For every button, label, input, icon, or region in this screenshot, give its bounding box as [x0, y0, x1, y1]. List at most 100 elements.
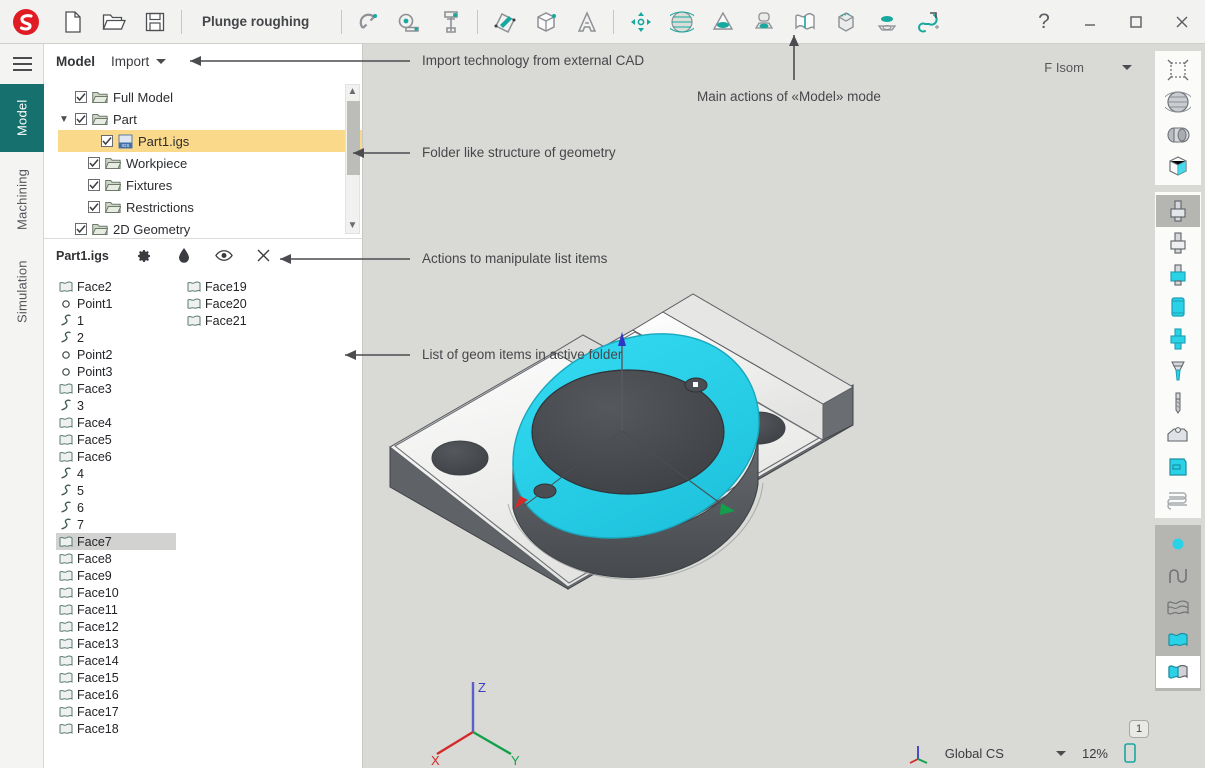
open-folder-icon[interactable] [93, 0, 134, 44]
geometry-list-item[interactable]: Face6 [56, 448, 184, 465]
fit-to-screen-icon[interactable] [1156, 54, 1200, 86]
geometry-list-item[interactable]: Face12 [56, 618, 184, 635]
geometry-list-item[interactable]: Face16 [56, 686, 184, 703]
minimize-button[interactable] [1067, 0, 1113, 44]
section-box-icon[interactable] [1156, 150, 1200, 182]
surface-sheet-icon[interactable] [784, 0, 825, 44]
geometry-list-item[interactable]: Point2 [56, 346, 184, 363]
geometry-list-item[interactable]: 4 [56, 465, 184, 482]
scroll-up-icon[interactable]: ▲ [348, 85, 358, 99]
tree-checkbox[interactable] [75, 223, 87, 235]
tree-row[interactable]: 2D Geometry [58, 218, 362, 238]
coordinate-system-dropdown[interactable]: Global CS [945, 746, 1066, 761]
gear-icon[interactable] [135, 247, 153, 265]
tree-checkbox[interactable] [88, 201, 100, 213]
solid-box-icon[interactable] [525, 0, 566, 44]
maximize-button[interactable] [1113, 0, 1159, 44]
tree-row[interactable]: IGS Part1.igs [58, 130, 362, 152]
tree-row[interactable]: Fixtures [58, 174, 362, 196]
geometry-list-item[interactable]: 2 [56, 329, 184, 346]
geometry-list-item[interactable]: Face5 [56, 431, 184, 448]
geometry-list-item[interactable]: Face21 [184, 312, 312, 329]
geometry-list-item[interactable]: Face7 [56, 533, 176, 550]
geometry-list-item[interactable]: Face4 [56, 414, 184, 431]
geometry-list-item[interactable]: Face2 [56, 278, 184, 295]
cone-icon[interactable] [702, 0, 743, 44]
new-document-icon[interactable] [52, 0, 93, 44]
tree-scrollbar[interactable]: ▲ ▼ [345, 84, 360, 234]
tree-checkbox[interactable] [88, 179, 100, 191]
geometry-list-item[interactable]: 3 [56, 397, 184, 414]
droplet-color-icon[interactable] [175, 247, 193, 265]
geometry-list-item[interactable]: Face8 [56, 550, 184, 567]
chamfer-mill-tool-icon[interactable] [1156, 323, 1200, 355]
revolve-icon[interactable] [743, 0, 784, 44]
scroll-down-icon[interactable]: ▼ [348, 219, 358, 233]
import-dropdown[interactable]: Import [111, 54, 167, 69]
rail-tab-simulation[interactable]: Simulation [0, 246, 44, 338]
curve-path-icon[interactable] [907, 0, 948, 44]
measure-icon[interactable] [389, 0, 430, 44]
slot-mill-tool-icon[interactable] [1156, 291, 1200, 323]
rail-tab-model[interactable]: Model [0, 84, 44, 152]
scrollbar-thumb[interactable] [347, 101, 360, 175]
caliper-icon[interactable] [430, 0, 471, 44]
mesh-sphere-icon[interactable] [661, 0, 702, 44]
shell-mill-tool-icon[interactable] [1156, 227, 1200, 259]
geometry-list-item[interactable]: Face3 [56, 380, 184, 397]
close-x-icon[interactable] [255, 247, 273, 265]
mesh-select-icon[interactable] [1156, 592, 1200, 624]
rail-tab-machining[interactable]: Machining [0, 152, 44, 246]
sprut-logo[interactable] [0, 7, 52, 37]
curve-select-icon[interactable] [1156, 560, 1200, 592]
layer-count-badge[interactable]: 1 [1129, 720, 1149, 738]
geometry-list-item[interactable]: 1 [56, 312, 184, 329]
wireframe-sphere-icon[interactable] [1156, 86, 1200, 118]
tree-row[interactable]: ▼ Part [58, 108, 362, 130]
tree-row[interactable]: Full Model [58, 86, 362, 108]
face-mill-tool-icon[interactable] [1156, 259, 1200, 291]
pocket-icon[interactable] [866, 0, 907, 44]
taper-mill-tool-icon[interactable] [1156, 355, 1200, 387]
tree-checkbox[interactable] [75, 113, 87, 125]
chevron-down-icon[interactable]: ▼ [58, 113, 70, 125]
geometry-list-item[interactable]: Face20 [184, 295, 312, 312]
menu-hamburger-icon[interactable] [0, 44, 44, 84]
tree-row[interactable]: Restrictions [58, 196, 362, 218]
fixture-clamp-icon[interactable] [1156, 451, 1200, 483]
toolpath-hatch-icon[interactable] [1156, 483, 1200, 515]
geometry-list-item[interactable]: 7 [56, 516, 184, 533]
geometry-list-item[interactable]: 5 [56, 482, 184, 499]
solid-select-icon[interactable] [1155, 656, 1200, 688]
magnet-snap-icon[interactable] [348, 0, 389, 44]
eye-visibility-icon[interactable] [215, 247, 233, 265]
geometry-list-item[interactable]: 6 [56, 499, 184, 516]
end-mill-tool-icon[interactable] [1155, 195, 1200, 227]
geometry-list-item[interactable]: Face19 [184, 278, 312, 295]
geometry-list[interactable]: Face2 Point1 1 2 Point2 Point3 Face3 3 Face4 Face… [44, 272, 362, 768]
extrude-box-icon[interactable] [825, 0, 866, 44]
geometry-list-item[interactable]: Face18 [56, 720, 184, 737]
tree-checkbox[interactable] [88, 157, 100, 169]
geometry-list-item[interactable]: Point3 [56, 363, 184, 380]
geometry-list-item[interactable]: Face13 [56, 635, 184, 652]
tree-row[interactable]: Workpiece [58, 152, 362, 174]
geometry-list-item[interactable]: Face10 [56, 584, 184, 601]
text-a-icon[interactable] [566, 0, 607, 44]
geometry-list-item[interactable]: Face15 [56, 669, 184, 686]
sketch-pencil-icon[interactable] [484, 0, 525, 44]
point-select-icon[interactable] [1155, 528, 1200, 560]
geometry-list-item[interactable]: Face17 [56, 703, 184, 720]
tree-checkbox[interactable] [101, 135, 113, 147]
close-button[interactable] [1159, 0, 1205, 44]
geometry-list-item[interactable]: Point1 [56, 295, 184, 312]
geometry-list-item[interactable]: Face9 [56, 567, 184, 584]
help-button[interactable]: ? [1021, 0, 1067, 44]
geometry-list-item[interactable]: Face11 [56, 601, 184, 618]
shaded-solid-icon[interactable] [1156, 118, 1200, 150]
surface-select-icon[interactable] [1156, 624, 1200, 656]
stock-block-icon[interactable] [1156, 419, 1200, 451]
geometry-list-item[interactable]: Face14 [56, 652, 184, 669]
move-arrows-icon[interactable] [620, 0, 661, 44]
save-disk-icon[interactable] [134, 0, 175, 44]
